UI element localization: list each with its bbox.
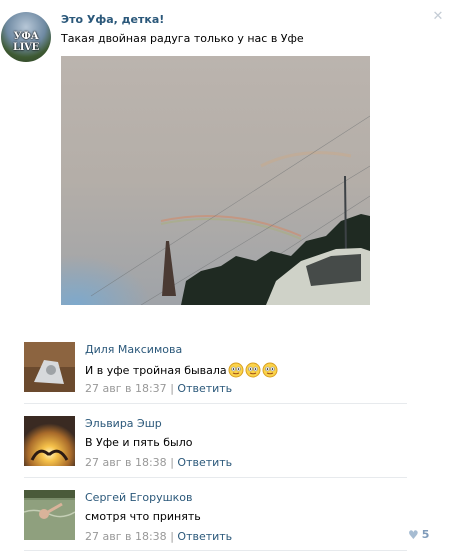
comment-divider: [24, 550, 407, 551]
group-avatar[interactable]: УФА LIVE: [1, 12, 51, 62]
group-name-link[interactable]: Это Уфа, детка!: [61, 13, 164, 26]
avatar-detail: [46, 365, 56, 375]
like-button[interactable]: ♥ 5: [408, 528, 429, 541]
meta-separator: |: [170, 530, 174, 543]
comment-text-body: И в уфе тройная бывала: [85, 363, 227, 377]
comment-text: И в уфе тройная бывала: [85, 362, 278, 378]
comment-date-link[interactable]: 27 авг в 18:38: [85, 530, 167, 543]
comment-meta: 27 авг в 18:37 | Ответить: [85, 382, 232, 395]
reply-link[interactable]: Ответить: [177, 530, 232, 543]
comment-text: смотря что принять: [85, 510, 201, 523]
comment-meta: 27 авг в 18:38 | Ответить: [85, 530, 232, 543]
like-count: 5: [421, 528, 430, 541]
comment-avatar[interactable]: [24, 490, 75, 540]
heart-icon: ♥: [408, 527, 419, 542]
smiley-icon: [245, 362, 261, 378]
reply-link[interactable]: Ответить: [177, 382, 232, 395]
smiley-icon: [228, 362, 244, 378]
meta-separator: |: [170, 382, 174, 395]
group-avatar-logo: УФА LIVE: [13, 31, 39, 53]
comment-text: В Уфе и пять было: [85, 436, 193, 449]
close-icon[interactable]: ✕: [431, 10, 445, 24]
post-text: Такая двойная радуга только у нас в Уфе: [61, 32, 304, 45]
comment-author-link[interactable]: Эльвира Эшр: [85, 417, 162, 430]
comment-divider: [24, 403, 407, 404]
comment-avatar[interactable]: [24, 342, 75, 392]
comment-divider: [24, 477, 407, 478]
avatar-water: [24, 500, 75, 540]
meta-separator: |: [170, 456, 174, 469]
comment-avatar[interactable]: [24, 416, 75, 466]
comment-date-link[interactable]: 27 авг в 18:38: [85, 456, 167, 469]
comment-author-link[interactable]: Диля Максимова: [85, 343, 182, 356]
comment-meta: 27 авг в 18:38 | Ответить: [85, 456, 232, 469]
comment-author-link[interactable]: Сергей Егорушков: [85, 491, 193, 504]
avatar-head: [39, 509, 49, 519]
smiley-icon: [262, 362, 278, 378]
comment-date-link[interactable]: 27 авг в 18:37: [85, 382, 167, 395]
avatar-shore: [24, 490, 75, 498]
post-photo[interactable]: [61, 56, 370, 305]
reply-link[interactable]: Ответить: [177, 456, 232, 469]
